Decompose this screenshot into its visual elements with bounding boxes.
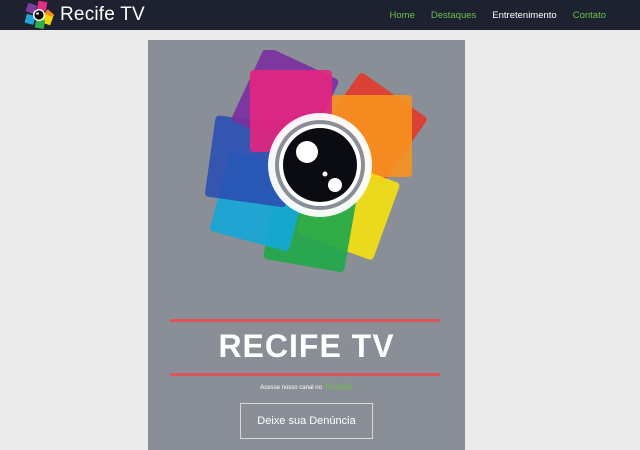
banner-title: RECIFE TV — [218, 328, 395, 364]
brand-name: Recife TV — [60, 4, 145, 25]
camera-petal-logo-icon — [24, 0, 54, 30]
accent-line-bottom — [170, 373, 440, 376]
channel-text: Acesse nosso canal no — [260, 385, 322, 391]
camera-lens-petals-icon — [205, 50, 427, 273]
nav-destaques[interactable]: Destaques — [431, 10, 476, 21]
denuncia-button[interactable]: Deixe sua Denúncia — [240, 403, 373, 439]
channel-line: Acesse nosso canal no Youtube — [148, 382, 465, 391]
youtube-link[interactable]: Youtube — [324, 382, 353, 391]
banner-card: RECIFE TV Acesse nosso canal no Youtube … — [148, 40, 465, 450]
brand[interactable]: Recife TV — [24, 0, 145, 30]
accent-line-top — [170, 319, 440, 322]
nav-entretenimento[interactable]: Entretenimento — [492, 10, 556, 21]
main-nav: Home Destaques Entretenimento Contato — [374, 0, 640, 30]
nav-contato[interactable]: Contato — [573, 10, 606, 21]
top-navbar: Recife TV Home Destaques Entretenimento … — [0, 0, 640, 30]
nav-home[interactable]: Home — [390, 10, 415, 21]
